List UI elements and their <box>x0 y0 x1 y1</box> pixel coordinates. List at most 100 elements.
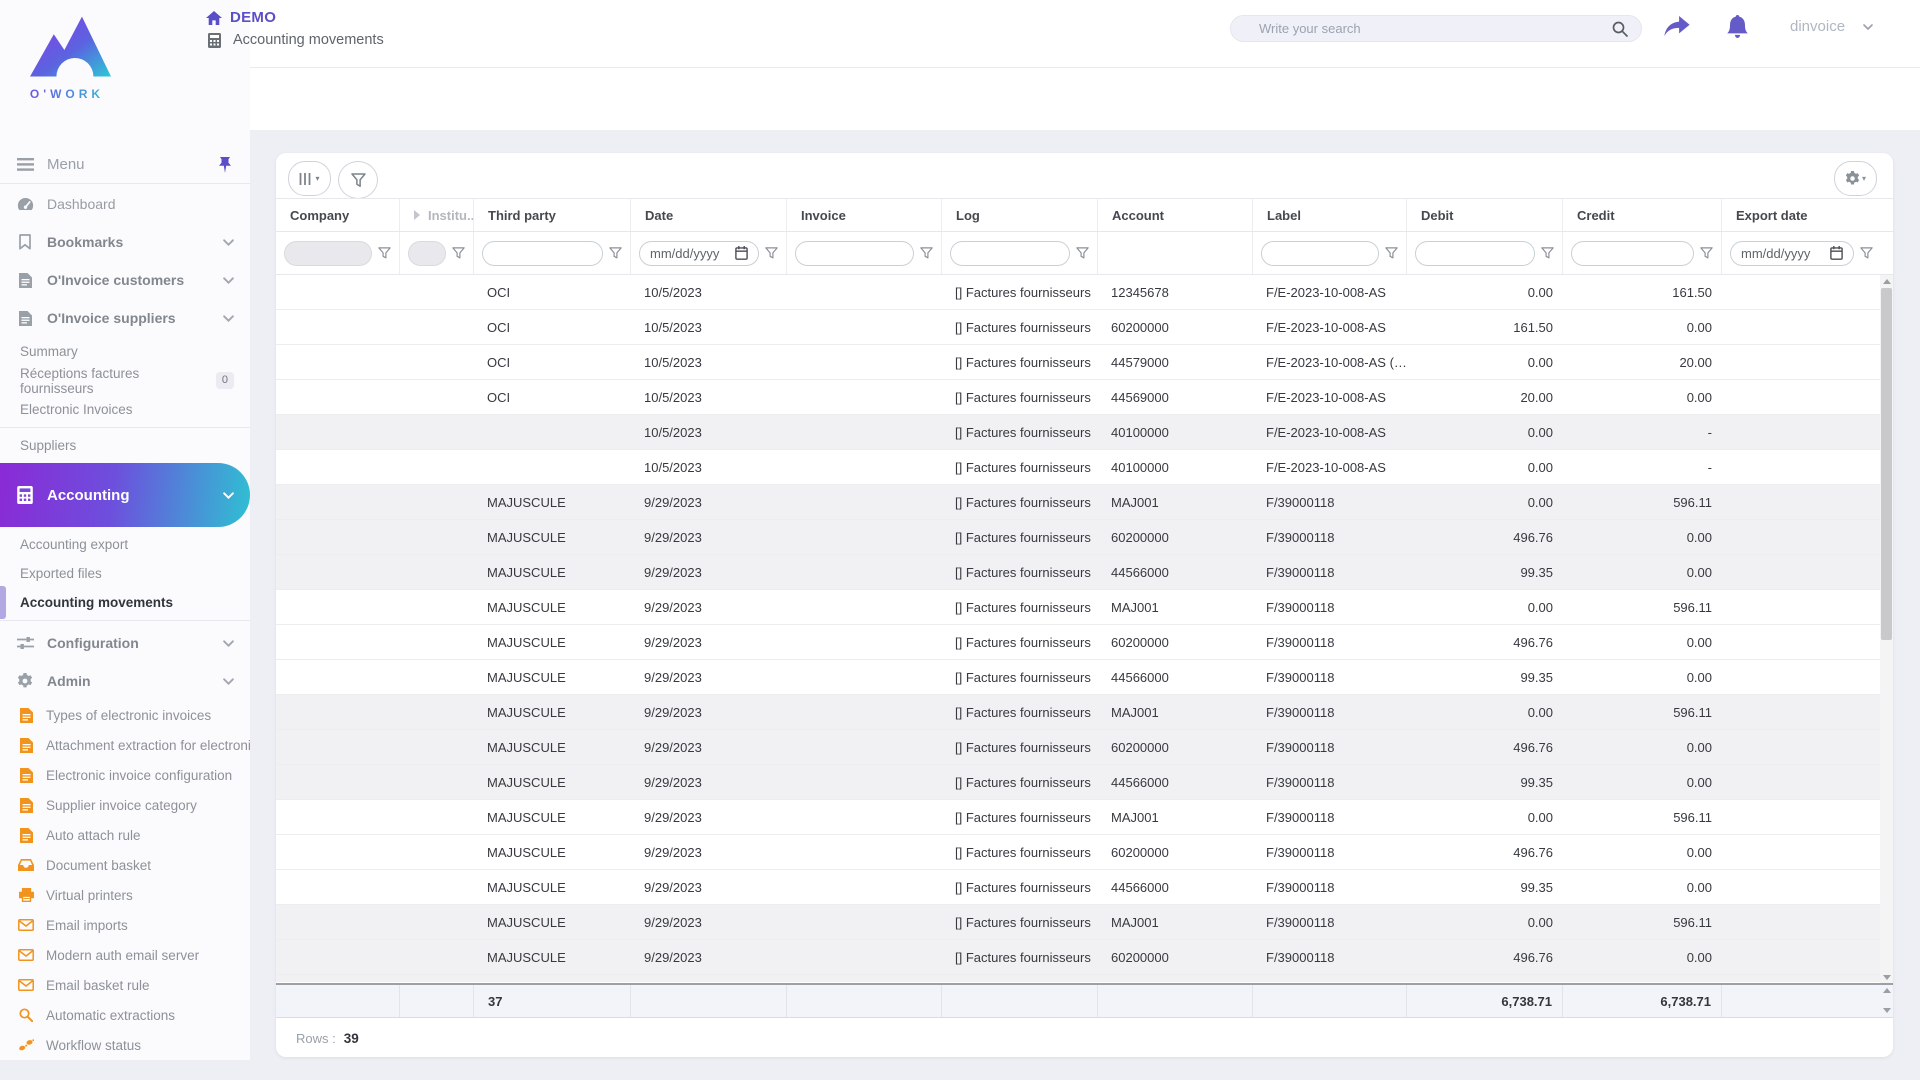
filter-menu-icon[interactable] <box>1700 246 1713 260</box>
sidebar-subitem[interactable]: Modern auth email server <box>0 940 250 970</box>
grid-settings-button[interactable]: ▾ <box>1834 161 1877 196</box>
table-row[interactable]: OCI 10/5/2023 [] Factures fournisseurs 6020… <box>276 310 1893 345</box>
table-row[interactable]: MAJUSCULE 9/29/2023 [] Factures fournisseu… <box>276 905 1893 940</box>
filter-menu-icon[interactable] <box>1076 246 1089 260</box>
scroll-up-icon[interactable] <box>1882 988 1891 993</box>
table-row[interactable]: MAJUSCULE 9/29/2023 [] Factures fournisseu… <box>276 590 1893 625</box>
column-header-account[interactable]: Account <box>1098 199 1253 231</box>
scroll-down-icon[interactable] <box>1880 971 1893 983</box>
bell-icon[interactable] <box>1727 15 1748 43</box>
sidebar-subitem[interactable]: Summary <box>0 337 250 366</box>
sidebar-subitem[interactable]: Réceptions factures fournisseurs 0 <box>0 366 250 396</box>
sidebar-subitem[interactable]: Workflow status <box>0 1030 250 1060</box>
table-row[interactable]: MAJUSCULE 9/29/2023 [] Factures fournisseu… <box>276 520 1893 555</box>
filter-log-input[interactable] <box>950 240 1070 266</box>
sidebar-item[interactable]: Bookmarks <box>0 223 250 261</box>
table-row[interactable]: MAJUSCULE 9/29/2023 [] Factures fournisseu… <box>276 555 1893 590</box>
filter-menu-icon[interactable] <box>378 246 391 260</box>
page-title[interactable]: DEMO <box>230 9 276 26</box>
group-expand-icon[interactable] <box>414 210 420 220</box>
sidebar-subitem[interactable]: Auto attach rule <box>0 820 250 850</box>
filter-menu-icon[interactable] <box>920 246 933 260</box>
column-header-company[interactable]: Company <box>276 199 400 231</box>
scroll-up-icon[interactable] <box>1880 275 1893 287</box>
filter-label-input[interactable] <box>1261 240 1379 266</box>
home-icon[interactable] <box>205 10 223 25</box>
table-row[interactable]: OCI 10/5/2023 [] Factures fournisseurs 1234… <box>276 275 1893 310</box>
totals-mini-scrollbar[interactable] <box>1880 985 1893 1016</box>
app-logo[interactable]: O'WORK <box>12 6 122 101</box>
filter-company-input[interactable] <box>284 240 372 266</box>
sidebar-subitem[interactable]: Email basket rule <box>0 970 250 1000</box>
table-row[interactable]: MAJUSCULE 9/29/2023 [] Factures fournisseu… <box>276 625 1893 660</box>
table-row[interactable]: 10/5/2023 [] Factures fournisseurs 4010000… <box>276 450 1893 485</box>
filter-menu-icon[interactable] <box>1385 246 1398 260</box>
table-row[interactable]: MAJUSCULE 9/29/2023 [] Factures fournisseu… <box>276 730 1893 765</box>
sidebar-subitem[interactable]: Electronic invoice configuration <box>0 760 250 790</box>
sidebar-menu-header[interactable]: Menu <box>0 146 250 184</box>
hamburger-icon[interactable] <box>16 158 34 171</box>
share-icon[interactable] <box>1664 16 1690 42</box>
column-header-debit[interactable]: Debit <box>1407 199 1563 231</box>
table-row[interactable]: MAJUSCULE 9/29/2023 [] Factures fournisseu… <box>276 800 1893 835</box>
filter-debit-input[interactable] <box>1415 240 1535 266</box>
sidebar-item[interactable]: Dashboard <box>0 185 250 223</box>
sidebar-subitem[interactable]: Document basket <box>0 850 250 880</box>
filter-menu-icon[interactable] <box>609 246 622 260</box>
filter-date-date-input[interactable]: mm/dd/yyyy <box>639 240 759 266</box>
filter-button[interactable] <box>338 161 378 199</box>
filter-menu-icon[interactable] <box>1860 246 1873 260</box>
sidebar-item[interactable]: O'Invoice customers <box>0 261 250 299</box>
sidebar-subitem[interactable]: Suppliers <box>0 431 250 460</box>
search-icon[interactable] <box>1611 21 1629 37</box>
column-header-invoice[interactable]: Invoice <box>787 199 942 231</box>
user-menu[interactable]: dinvoice <box>1790 18 1877 35</box>
sidebar-subitem[interactable]: Accounting movements <box>0 586 250 619</box>
table-row[interactable]: 10/5/2023 [] Factures fournisseurs 4010000… <box>276 415 1893 450</box>
column-header-export_date[interactable]: Export date <box>1722 199 1881 231</box>
table-row[interactable]: OCI 10/5/2023 [] Factures fournisseurs 4457… <box>276 345 1893 380</box>
calendar-icon[interactable] <box>1827 246 1845 260</box>
sidebar-section-accounting[interactable]: Accounting <box>0 463 250 527</box>
filter-institution-input[interactable] <box>408 240 446 266</box>
column-header-date[interactable]: Date <box>631 199 787 231</box>
sidebar-item[interactable]: Admin <box>0 662 250 700</box>
filter-invoice-input[interactable] <box>795 240 914 266</box>
vertical-scrollbar[interactable] <box>1880 275 1893 983</box>
sidebar-subitem[interactable]: Electronic Invoices <box>0 395 250 424</box>
scrollbar-thumb[interactable] <box>1881 288 1892 640</box>
table-row[interactable]: MAJUSCULE 9/29/2023 [] Factures fournisseu… <box>276 870 1893 905</box>
sidebar-subitem[interactable]: Supplier invoice category <box>0 790 250 820</box>
column-header-institution[interactable]: Institu... <box>400 199 474 231</box>
table-row[interactable]: MAJUSCULE 9/29/2023 [] Factures fournisseu… <box>276 485 1893 520</box>
column-header-log[interactable]: Log <box>942 199 1098 231</box>
sidebar-subitem[interactable]: Attachment extraction for electroni <box>0 730 250 760</box>
sidebar-subitem[interactable]: Accounting export <box>0 530 250 559</box>
global-search[interactable] <box>1230 15 1642 42</box>
filter-menu-icon[interactable] <box>765 246 778 260</box>
table-row[interactable]: MAJUSCULE 9/29/2023 [] Factures fournisseu… <box>276 765 1893 800</box>
filter-menu-icon[interactable] <box>452 246 465 260</box>
filter-export_date-date-input[interactable]: mm/dd/yyyy <box>1730 240 1854 266</box>
sidebar-subitem[interactable]: Virtual printers <box>0 880 250 910</box>
sidebar-subitem[interactable]: Types of electronic invoices <box>0 700 250 730</box>
table-row[interactable]: OCI 10/5/2023 [] Factures fournisseurs 4456… <box>276 380 1893 415</box>
filter-third_party-input[interactable] <box>482 240 603 266</box>
column-header-label[interactable]: Label <box>1253 199 1407 231</box>
column-header-third_party[interactable]: Third party <box>474 199 631 231</box>
table-row[interactable]: MAJUSCULE 9/29/2023 [] Factures fournisseu… <box>276 660 1893 695</box>
table-row[interactable] <box>276 975 1893 982</box>
filter-menu-icon[interactable] <box>1541 246 1554 260</box>
pin-sidebar-icon[interactable] <box>216 156 234 173</box>
column-header-credit[interactable]: Credit <box>1563 199 1722 231</box>
table-row[interactable]: MAJUSCULE 9/29/2023 [] Factures fournisseu… <box>276 835 1893 870</box>
sidebar-item[interactable]: O'Invoice suppliers <box>0 299 250 337</box>
column-chooser-button[interactable]: ▾ <box>288 161 331 196</box>
calendar-icon[interactable] <box>732 246 750 260</box>
scroll-down-icon[interactable] <box>1882 1008 1891 1013</box>
sidebar-subitem[interactable]: Automatic extractions <box>0 1000 250 1030</box>
sidebar-item[interactable]: Configuration <box>0 624 250 662</box>
table-row[interactable]: MAJUSCULE 9/29/2023 [] Factures fournisseu… <box>276 695 1893 730</box>
table-row[interactable]: MAJUSCULE 9/29/2023 [] Factures fournisseu… <box>276 940 1893 975</box>
sidebar-subitem[interactable]: Email imports <box>0 910 250 940</box>
